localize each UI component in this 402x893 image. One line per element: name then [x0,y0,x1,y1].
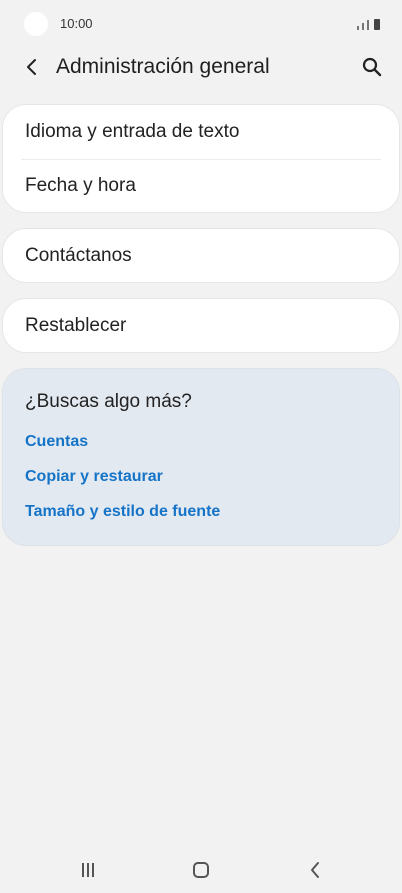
settings-card-reset: Restablecer [2,298,400,353]
looking-for-more-title: ¿Buscas algo más? [25,391,192,412]
back-icon [311,862,319,878]
page-title: Administración general [56,55,270,78]
list-item-language-input[interactable]: Idioma y entrada de texto [3,105,399,159]
signal-icon [357,26,359,30]
status-time: 10:00 [60,16,93,31]
search-icon [362,57,382,77]
list-item-label: Contáctanos [25,245,132,266]
home-button[interactable] [193,862,209,878]
list-item-reset[interactable]: Restablecer [3,299,399,353]
settings-card-language-date: Idioma y entrada de texto Fecha y hora [2,104,400,213]
list-item-date-time[interactable]: Fecha y hora [3,159,399,213]
link-font-size-style[interactable]: Tamaño y estilo de fuente [25,503,220,521]
status-bar: 10:00 [0,0,402,48]
list-item-label: Idioma y entrada de texto [25,121,240,142]
signal-bar [362,23,364,30]
recent-apps-icon-bar [87,863,89,877]
recent-apps-button[interactable] [82,863,98,877]
signal-bar [367,20,369,30]
list-item-contact-us[interactable]: Contáctanos [3,229,399,283]
list-item-label: Restablecer [25,315,127,336]
link-accounts[interactable]: Cuentas [25,433,88,451]
recent-apps-icon-bar [92,863,94,877]
settings-card-contact: Contáctanos [2,228,400,283]
status-icons [357,16,380,30]
back-button[interactable] [18,53,46,81]
navigation-bar [0,846,402,893]
app-bar: Administración general [0,44,402,90]
link-backup-restore[interactable]: Copiar y restaurar [25,468,163,486]
search-button[interactable] [358,53,386,81]
recent-apps-icon [82,863,84,877]
list-item-label: Fecha y hora [25,175,136,196]
looking-for-more-card: ¿Buscas algo más? Cuentas Copiar y resta… [2,368,400,546]
battery-icon [374,19,380,30]
status-indicator-circle [24,12,48,36]
chevron-left-icon [27,59,36,75]
nav-back-button[interactable] [307,860,323,880]
